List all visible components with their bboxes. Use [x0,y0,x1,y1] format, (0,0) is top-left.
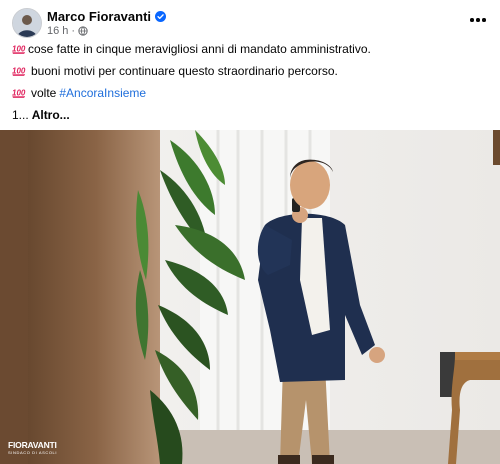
watermark-subtitle: SINDACO DI ASCOLI [8,450,58,455]
globe-icon [78,26,88,36]
meta-separator: · [71,25,76,37]
svg-text:100: 100 [12,67,26,76]
more-dot [476,18,480,22]
hashtag-link[interactable]: #AncoraInsieme [59,82,146,104]
post-header: Marco Fioravanti 16 h · [0,0,500,42]
truncated-text: 1... [12,108,29,122]
post-line-text: buoni motivi per continuare questo strao… [31,64,338,78]
photo-illustration [0,130,500,464]
see-more-link[interactable]: Altro... [32,104,70,126]
hundred-points-icon: 100 [12,44,26,54]
post-line-2: 100 buoni motivi per continuare questo s… [12,60,488,82]
watermark-title: FIORAVANTI [8,440,57,450]
watermark-logo: FIORAVANTI SINDACO DI ASCOLI [8,440,58,456]
post-body: 100 cose fatte in cinque meravigliosi an… [12,38,488,126]
svg-text:100: 100 [12,45,26,54]
hundred-points-icon: 100 [12,88,26,98]
post-line-text: cose fatte in cinque meravigliosi anni d… [28,42,371,56]
author-avatar[interactable] [12,8,42,38]
more-options-button[interactable] [466,10,490,30]
verified-badge-icon [155,11,167,22]
post-line-1: 100 cose fatte in cinque meravigliosi an… [12,38,488,60]
post-timestamp[interactable]: 16 h [47,25,68,37]
post-photo[interactable]: FIORAVANTI SINDACO DI ASCOLI [0,130,500,464]
hundred-points-icon: 100 [12,66,26,76]
post-line-4: 1... Altro... [12,104,488,126]
author-name[interactable]: Marco Fioravanti [47,9,151,24]
more-dot [470,18,474,22]
post-line-3: 100 volte #AncoraInsieme [12,82,488,104]
svg-text:100: 100 [12,89,26,98]
more-dot [482,18,486,22]
post-line-text: volte [31,86,57,100]
